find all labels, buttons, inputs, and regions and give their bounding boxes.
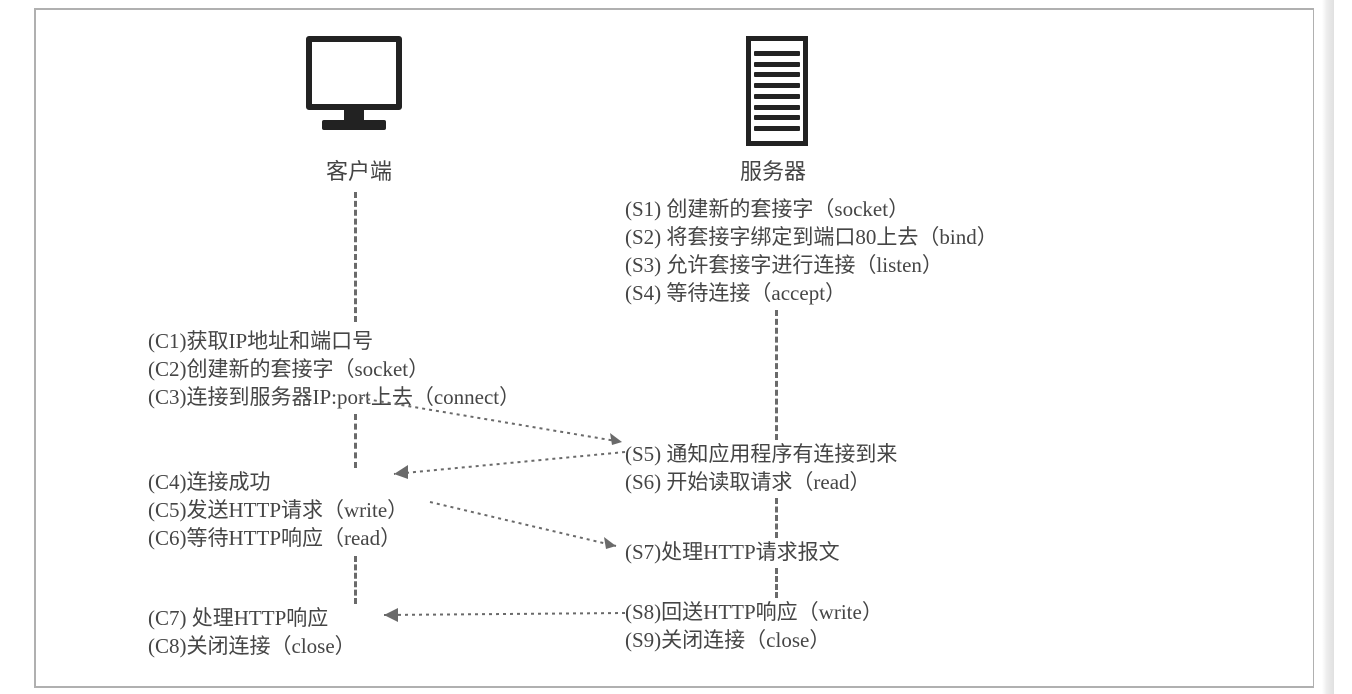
- server-step-s1: (S1) 创建新的套接字（socket）: [625, 195, 909, 223]
- server-step-s7: (S7)处理HTTP请求报文: [625, 538, 840, 566]
- arrow-http-response: [370, 608, 625, 622]
- arrow-conn-ack-to-client: [380, 450, 625, 480]
- server-lifeline-1: [775, 310, 778, 440]
- client-lifeline-2: [354, 414, 357, 468]
- client-step-c8: (C8)关闭连接（close）: [148, 632, 356, 660]
- server-step-s5: (S5) 通知应用程序有连接到来: [625, 440, 897, 468]
- server-step-s4: (S4) 等待连接（accept）: [625, 279, 846, 307]
- page-shadow: [1322, 0, 1334, 694]
- client-step-c1: (C1)获取IP地址和端口号: [148, 327, 373, 355]
- server-title: 服务器: [740, 158, 806, 186]
- server-step-s8: (S8)回送HTTP响应（write）: [625, 598, 883, 626]
- server-step-s9: (S9)关闭连接（close）: [625, 626, 830, 654]
- arrow-connect-to-server: [360, 398, 640, 448]
- client-step-c7: (C7) 处理HTTP响应: [148, 604, 328, 632]
- client-lifeline-1: [354, 192, 357, 322]
- server-step-s6: (S6) 开始读取请求（read）: [625, 468, 871, 496]
- client-step-c5: (C5)发送HTTP请求（write）: [148, 496, 408, 524]
- client-step-c6: (C6)等待HTTP响应（read）: [148, 524, 401, 552]
- server-lifeline-3: [775, 568, 778, 598]
- client-step-c4: (C4)连接成功: [148, 468, 271, 496]
- client-computer-icon: [306, 36, 402, 130]
- diagram-page: 客户端 服务器 (S1) 创建新的套接字（socket） (S2) 将套接字绑定…: [0, 0, 1352, 694]
- server-rack-icon: [746, 36, 808, 146]
- server-step-s2: (S2) 将套接字绑定到端口80上去（bind）: [625, 223, 998, 251]
- client-lifeline-3: [354, 556, 357, 604]
- client-step-c2: (C2)创建新的套接字（socket）: [148, 355, 429, 383]
- server-step-s3: (S3) 允许套接字进行连接（listen）: [625, 251, 943, 279]
- arrow-http-request: [430, 502, 630, 552]
- client-title: 客户端: [326, 158, 392, 186]
- server-lifeline-2: [775, 498, 778, 538]
